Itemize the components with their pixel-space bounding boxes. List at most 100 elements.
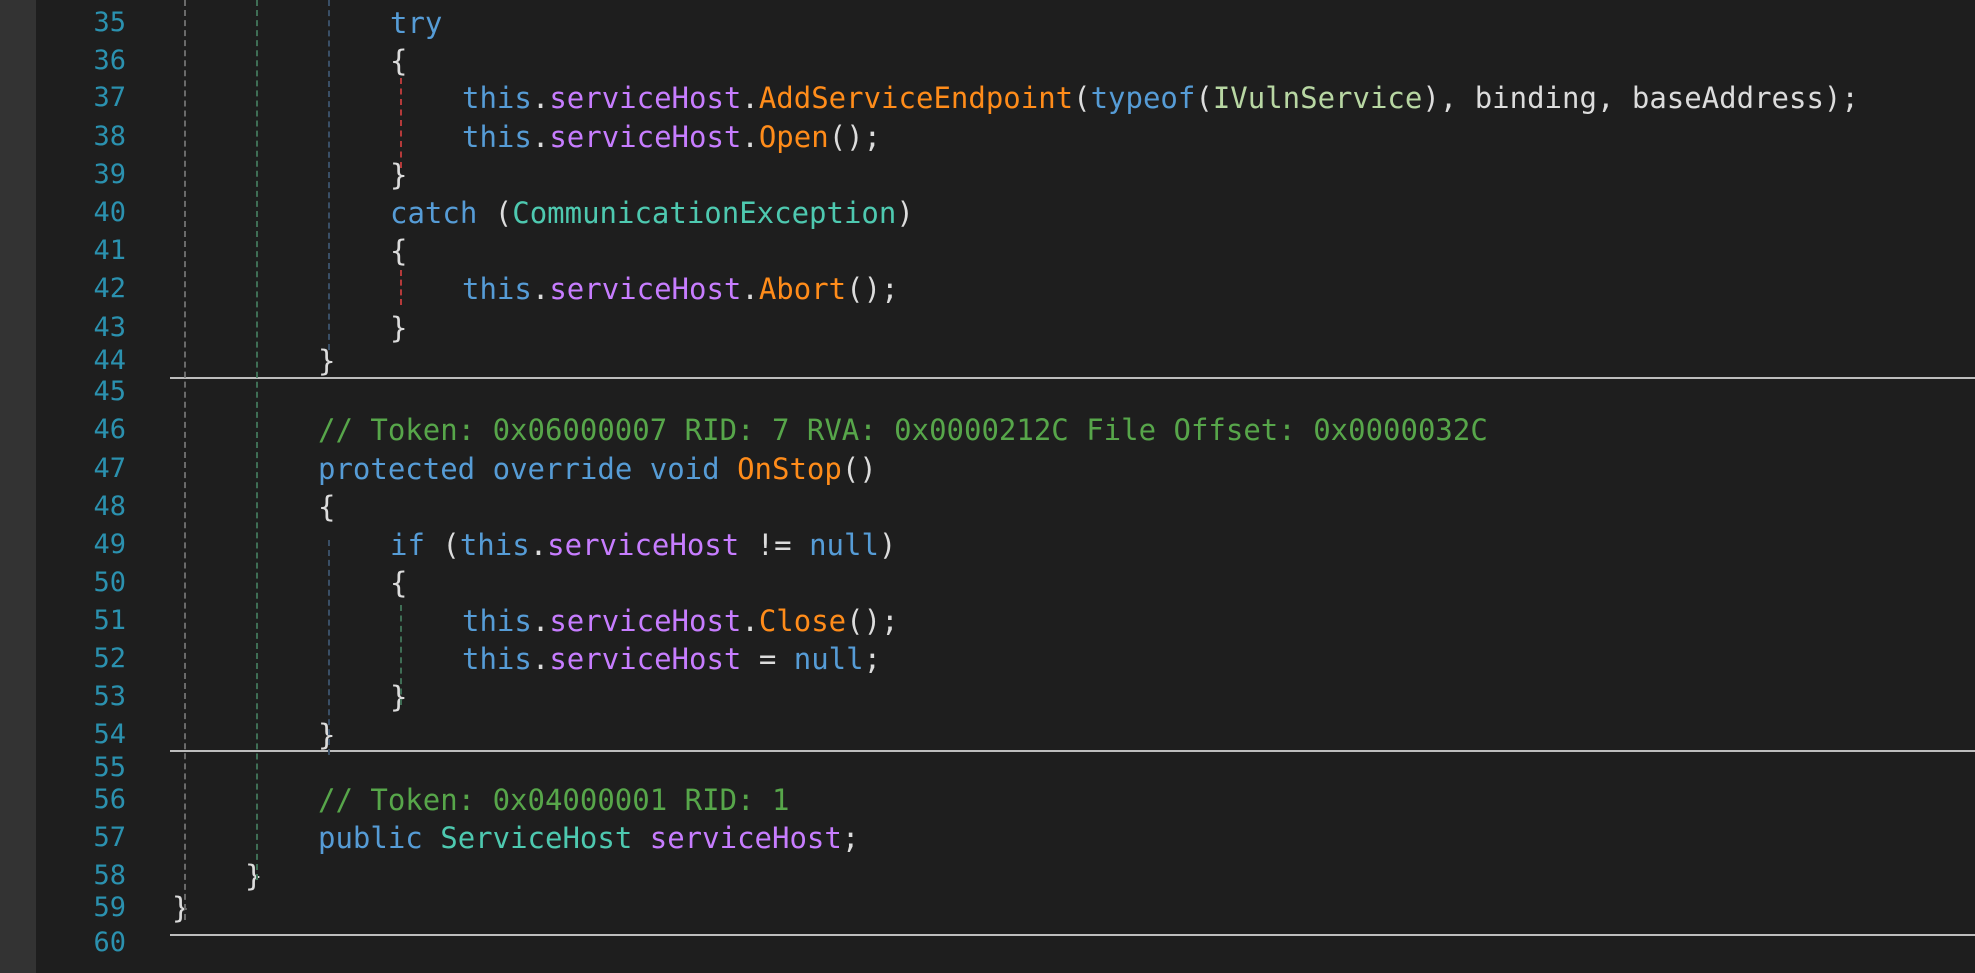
code-line-null-assignment: this.serviceHost = null; bbox=[462, 640, 881, 678]
line-number: 56 bbox=[93, 784, 126, 815]
line-number: 46 bbox=[93, 414, 126, 445]
code-token: void bbox=[649, 452, 720, 486]
code-line-open-brace: { bbox=[390, 42, 407, 80]
code-token: this bbox=[459, 528, 530, 562]
code-token: ; bbox=[863, 642, 882, 676]
indent-guide bbox=[400, 605, 402, 705]
code-token: . bbox=[741, 272, 759, 306]
code-token: (); bbox=[828, 120, 882, 154]
code-token: serviceHost bbox=[549, 604, 742, 638]
code-line-onstop-declaration: protected override void OnStop() bbox=[318, 450, 877, 488]
indent-guide bbox=[256, 0, 258, 880]
code-token: ; bbox=[841, 821, 860, 855]
code-token: ( bbox=[477, 196, 513, 230]
code-line-close-brace: } bbox=[390, 156, 407, 194]
code-line-close-brace: } bbox=[245, 857, 262, 895]
code-line-catch-clause: catch (CommunicationException) bbox=[390, 194, 914, 232]
code-token: != bbox=[739, 528, 810, 562]
code-token: . bbox=[529, 528, 548, 562]
code-line-open-brace: { bbox=[390, 232, 407, 270]
method-separator bbox=[170, 377, 1975, 379]
line-number: 49 bbox=[93, 529, 126, 560]
code-token: ) bbox=[878, 528, 897, 562]
code-token: IVulnService bbox=[1212, 81, 1423, 115]
code-token: Close bbox=[758, 604, 847, 638]
code-token: (); bbox=[846, 272, 899, 306]
line-number: 42 bbox=[93, 273, 126, 304]
code-token: . bbox=[741, 604, 759, 638]
code-token: . bbox=[531, 272, 550, 306]
code-token: null bbox=[793, 642, 864, 676]
code-token: if bbox=[390, 528, 425, 562]
code-token: . bbox=[531, 120, 550, 154]
method-separator bbox=[170, 750, 1975, 752]
code-line-close-brace: } bbox=[318, 716, 335, 754]
code-token: ( bbox=[1195, 81, 1213, 115]
code-line-field-declaration: public ServiceHost serviceHost; bbox=[318, 819, 859, 857]
code-token: } bbox=[390, 158, 408, 192]
code-token: public bbox=[318, 821, 423, 855]
code-token: // Token: 0x06000007 RID: 7 RVA: 0x00002… bbox=[318, 413, 1488, 447]
code-token: { bbox=[390, 566, 408, 600]
line-number: 57 bbox=[93, 822, 126, 853]
code-token: this bbox=[462, 604, 532, 638]
line-number: 45 bbox=[93, 376, 126, 407]
code-token: ), binding, baseAddress); bbox=[1422, 81, 1859, 115]
line-number: 36 bbox=[93, 45, 126, 76]
line-number: 50 bbox=[93, 567, 126, 598]
indent-guide bbox=[400, 78, 402, 168]
code-token: } bbox=[390, 311, 408, 345]
indent-guide bbox=[400, 270, 402, 305]
code-token: this bbox=[462, 272, 532, 306]
code-token: protected bbox=[318, 452, 476, 486]
code-token: null bbox=[809, 528, 879, 562]
code-token: } bbox=[245, 859, 263, 893]
code-token: ) bbox=[896, 196, 914, 230]
code-line-close-brace: } bbox=[390, 309, 407, 347]
code-token: . bbox=[741, 81, 759, 115]
code-token: serviceHost bbox=[649, 821, 842, 855]
code-token: = bbox=[741, 642, 794, 676]
code-token: . bbox=[531, 81, 550, 115]
code-token: this bbox=[462, 81, 532, 115]
code-line-abort-call: this.serviceHost.Abort(); bbox=[462, 270, 899, 308]
method-separator bbox=[170, 934, 1975, 936]
code-line-try-keyword: try bbox=[390, 4, 442, 42]
code-token: Open bbox=[758, 120, 829, 154]
code-token: override bbox=[492, 452, 633, 486]
code-line-open-call: this.serviceHost.Open(); bbox=[462, 118, 881, 156]
code-line-token-comment: // Token: 0x04000001 RID: 1 bbox=[318, 781, 789, 819]
line-number: 47 bbox=[93, 453, 126, 484]
code-token: AddServiceEndpoint bbox=[758, 81, 1074, 115]
line-number: 53 bbox=[93, 681, 126, 712]
line-number: 59 bbox=[93, 892, 126, 923]
code-token: CommunicationException bbox=[512, 196, 897, 230]
code-line-if-statement: if (this.serviceHost != null) bbox=[390, 526, 896, 564]
code-token: this bbox=[462, 120, 532, 154]
code-token: typeof bbox=[1090, 81, 1196, 115]
line-number: 38 bbox=[93, 121, 126, 152]
code-token: serviceHost bbox=[549, 120, 742, 154]
line-number: 39 bbox=[93, 159, 126, 190]
indent-guide bbox=[328, 540, 330, 755]
code-token: OnStop bbox=[737, 452, 842, 486]
line-number: 40 bbox=[93, 197, 126, 228]
code-token: { bbox=[318, 490, 336, 524]
code-token: try bbox=[390, 6, 443, 40]
code-token: } bbox=[172, 891, 190, 925]
code-line-add-endpoint-call: this.serviceHost.AddServiceEndpoint(type… bbox=[462, 79, 1859, 117]
code-token: . bbox=[741, 120, 759, 154]
code-token: Abort bbox=[758, 272, 847, 306]
editor-left-margin bbox=[0, 0, 36, 973]
code-line-close-brace: } bbox=[390, 678, 407, 716]
code-token: } bbox=[318, 718, 336, 752]
code-line-close-brace: } bbox=[172, 889, 189, 927]
code-token: (); bbox=[846, 604, 899, 638]
code-line-close-brace: } bbox=[318, 342, 335, 380]
code-token: . bbox=[531, 642, 550, 676]
code-line-close-call: this.serviceHost.Close(); bbox=[462, 602, 899, 640]
